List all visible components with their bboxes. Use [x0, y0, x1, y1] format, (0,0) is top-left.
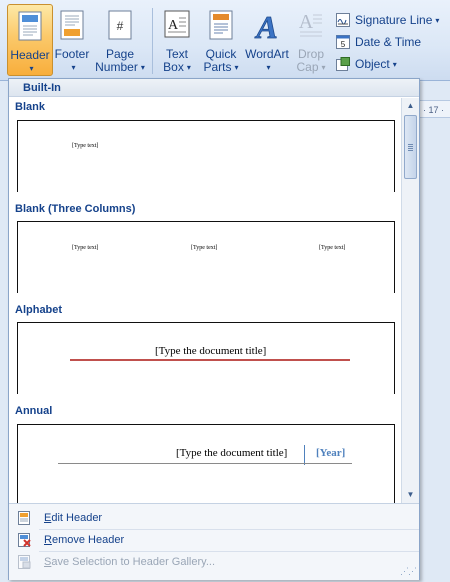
chevron-down-icon: ▾ — [186, 63, 191, 72]
gallery-item-blank[interactable]: [Type text] — [17, 120, 395, 192]
header-button[interactable]: Header ▾ — [7, 4, 53, 76]
text-box-button[interactable]: A Text Box ▾ — [158, 4, 196, 76]
chevron-down-icon: ▾ — [435, 16, 440, 25]
placeholder-text: [Type text] — [319, 245, 346, 251]
header-gallery: Built-In Blank [Type text] Blank (Three … — [8, 78, 420, 580]
document-title-placeholder: [Type the document title] — [155, 345, 267, 357]
chevron-down-icon: ▾ — [234, 63, 239, 72]
gallery-item-annual[interactable]: [Type the document title] [Year] — [17, 424, 395, 503]
ribbon-group-separator — [152, 8, 153, 74]
page-number-icon: # — [108, 10, 132, 43]
document-title-placeholder: [Type the document title] — [176, 447, 288, 459]
chevron-down-icon: ▾ — [71, 63, 76, 72]
scroll-down-icon[interactable]: ▼ — [402, 487, 419, 503]
svg-text:A: A — [299, 11, 314, 33]
year-placeholder: [Year] — [316, 447, 346, 459]
wordart-icon: A — [253, 9, 281, 46]
page-number-button[interactable]: # Page Number ▾ — [93, 4, 147, 76]
edit-header-label: Edit Header — [44, 512, 103, 524]
object-icon — [336, 57, 350, 71]
scroll-up-icon[interactable]: ▲ — [402, 98, 419, 114]
placeholder-text: [Type text] — [72, 143, 99, 149]
page-number-label-2: Number — [95, 60, 138, 74]
chevron-down-icon: ▾ — [392, 60, 397, 69]
edit-header-menu-item[interactable]: Edit Header — [9, 507, 419, 529]
footer-button[interactable]: Footer ▾ — [53, 4, 91, 76]
date-time-label: Date & Time — [355, 35, 422, 49]
quick-parts-label-2: Parts — [203, 60, 232, 74]
quick-parts-label-1: Quick — [205, 47, 237, 61]
chevron-down-icon: ▾ — [140, 63, 145, 72]
placeholder-text: [Type text] — [191, 245, 218, 251]
chevron-down-icon: ▾ — [321, 63, 326, 72]
placeholder-text: [Type text] — [72, 245, 99, 251]
header-button-label: Header — [10, 48, 50, 62]
remove-header-label: Remove Header — [44, 534, 125, 546]
edit-header-icon — [17, 511, 31, 525]
scrollbar-thumb[interactable] — [404, 115, 417, 179]
quick-parts-icon — [209, 10, 233, 43]
remove-header-menu-item[interactable]: Remove Header — [9, 529, 419, 551]
wordart-button[interactable]: A WordArt ▾ — [243, 4, 291, 76]
drop-cap-label-1: Drop — [297, 47, 324, 61]
footer-icon — [60, 10, 84, 43]
ruler: · 17 · — [419, 100, 450, 118]
text-box-label-1: Text — [165, 47, 188, 61]
chevron-down-icon: ▾ — [266, 63, 271, 72]
text-box-label-2: Box — [163, 60, 184, 74]
wordart-label: WordArt — [245, 47, 289, 61]
gallery-menu: Edit Header Remove Header Save Selection… — [9, 503, 419, 580]
date-time-button[interactable]: 5 Date & Time — [336, 32, 421, 52]
category-title: Blank (Three Columns) — [15, 203, 136, 215]
signature-line-label: Signature Line — [355, 13, 433, 27]
drop-cap-icon: A — [299, 10, 323, 41]
category-title: Alphabet — [15, 304, 63, 316]
remove-header-icon — [17, 533, 31, 547]
signature-line-icon — [336, 13, 350, 27]
resize-grip-icon[interactable]: ⋰⋰ — [400, 566, 417, 577]
gallery-section-header: Built-In — [9, 79, 419, 97]
gallery-item-alphabet[interactable]: [Type the document title] — [17, 322, 395, 394]
save-selection-label: Save Selection to Header Gallery... — [44, 556, 216, 568]
gallery-item-blank-three-columns[interactable]: [Type text] [Type text] [Type text] — [17, 221, 395, 293]
signature-line-button[interactable]: Signature Line ▾ — [336, 10, 439, 30]
svg-text:#: # — [117, 19, 124, 33]
gallery-list: Blank [Type text] Blank (Three Columns) … — [9, 98, 401, 503]
date-time-icon: 5 — [336, 35, 350, 49]
quick-parts-button[interactable]: Quick Parts ▾ — [200, 4, 242, 76]
title-rule — [58, 463, 352, 464]
chevron-down-icon: ▾ — [29, 64, 34, 73]
object-button[interactable]: Object ▾ — [336, 54, 397, 74]
object-label: Object — [355, 57, 390, 71]
svg-text:5: 5 — [341, 40, 346, 49]
save-selection-menu-item[interactable]: Save Selection to Header Gallery... — [9, 551, 419, 573]
save-selection-icon — [17, 555, 31, 569]
ribbon: Header ▾ Footer ▾ # Page Number ▾ A Text Box ▾… — [0, 0, 450, 81]
svg-text:A: A — [168, 18, 179, 33]
gallery-scrollbar[interactable]: ▲ ▼ — [401, 98, 419, 503]
svg-text:A: A — [254, 10, 277, 42]
category-title: Blank — [15, 101, 45, 113]
title-rule — [70, 359, 350, 361]
footer-button-label: Footer — [54, 47, 90, 61]
text-box-icon: A — [164, 10, 190, 41]
page-number-label-1: Page — [105, 47, 135, 61]
drop-cap-button[interactable]: A Drop Cap ▾ — [292, 4, 330, 76]
header-icon — [18, 11, 42, 44]
category-title: Annual — [15, 405, 53, 417]
drop-cap-label-2: Cap — [296, 60, 319, 74]
title-divider — [304, 445, 305, 465]
